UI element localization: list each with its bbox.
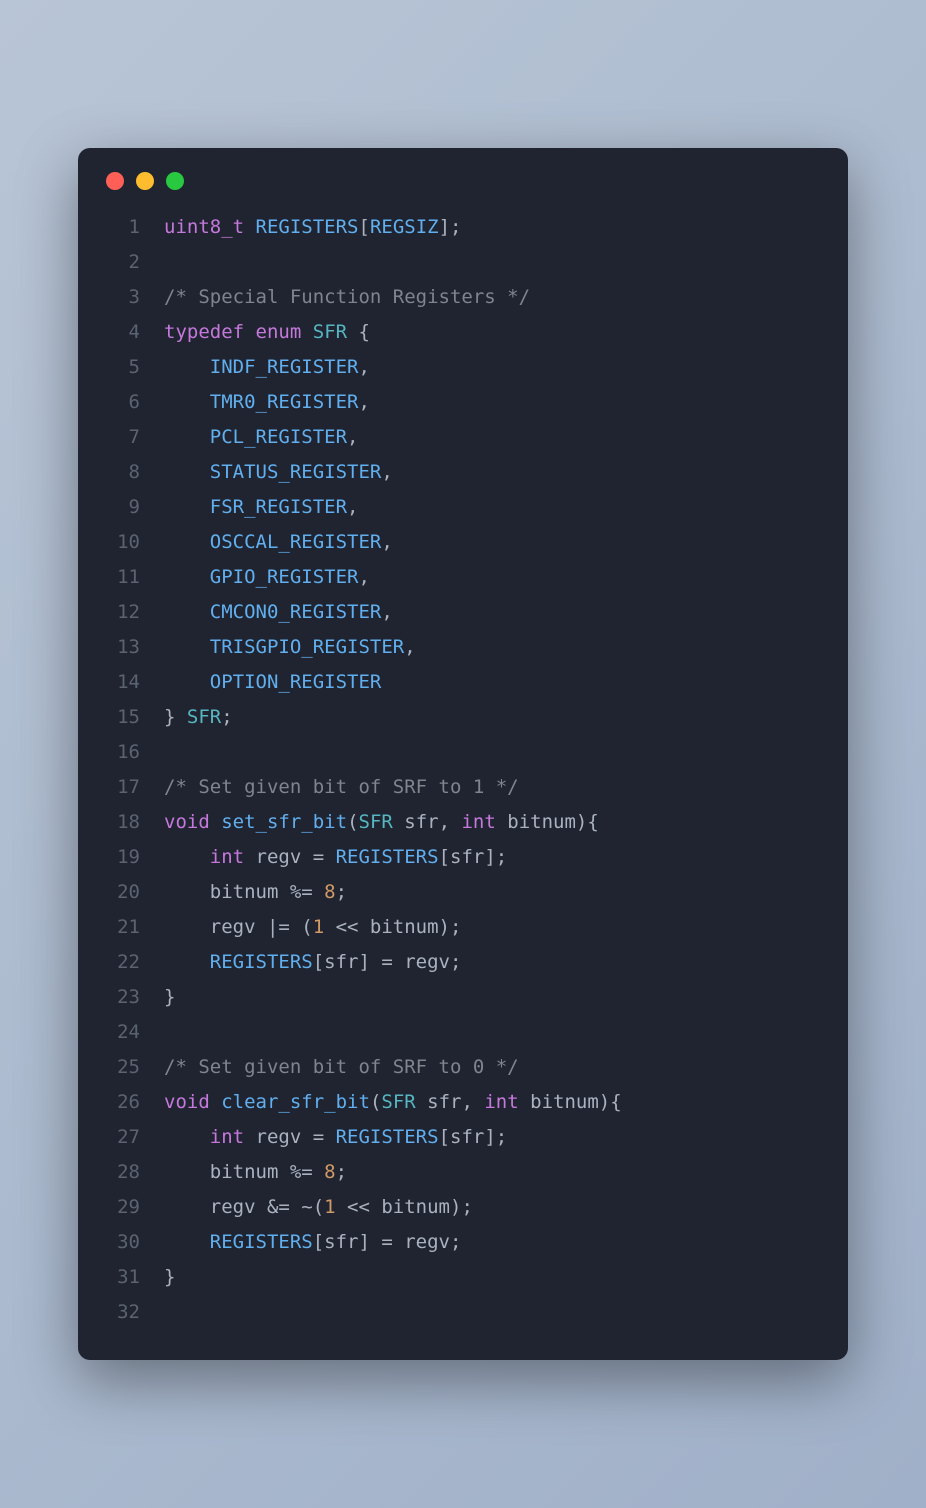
line-number: 3 — [98, 280, 140, 315]
code-content: GPIO_REGISTER, — [164, 560, 370, 595]
code-content: CMCON0_REGISTER, — [164, 595, 393, 630]
line-number: 23 — [98, 980, 140, 1015]
code-line[interactable]: 7 PCL_REGISTER, — [98, 420, 828, 455]
code-line[interactable]: 30 REGISTERS[sfr] = regv; — [98, 1225, 828, 1260]
code-content: regv &= ~(1 << bitnum); — [164, 1190, 473, 1225]
code-line[interactable]: 23} — [98, 980, 828, 1015]
close-icon[interactable] — [106, 172, 124, 190]
code-line[interactable]: 3 /* Special Function Registers */ — [98, 280, 828, 315]
line-number: 32 — [98, 1295, 140, 1330]
line-number: 9 — [98, 490, 140, 525]
line-number: 29 — [98, 1190, 140, 1225]
code-content: OSCCAL_REGISTER, — [164, 525, 393, 560]
code-content: OPTION_REGISTER — [164, 665, 381, 700]
line-number: 16 — [98, 735, 140, 770]
code-line[interactable]: 29 regv &= ~(1 << bitnum); — [98, 1190, 828, 1225]
code-line[interactable]: 32 — [98, 1295, 828, 1330]
code-content: typedef enum SFR { — [164, 315, 370, 350]
code-content: STATUS_REGISTER, — [164, 455, 393, 490]
code-content: } — [164, 1260, 175, 1295]
line-number: 28 — [98, 1155, 140, 1190]
code-line[interactable]: 8 STATUS_REGISTER, — [98, 455, 828, 490]
code-content: REGISTERS[sfr] = regv; — [164, 945, 461, 980]
code-line[interactable]: 16 — [98, 735, 828, 770]
code-line[interactable]: 27 int regv = REGISTERS[sfr]; — [98, 1120, 828, 1155]
code-content: TRISGPIO_REGISTER, — [164, 630, 416, 665]
code-line[interactable]: 25 /* Set given bit of SRF to 0 */ — [98, 1050, 828, 1085]
code-line[interactable]: 19 int regv = REGISTERS[sfr]; — [98, 840, 828, 875]
code-line[interactable]: 11 GPIO_REGISTER, — [98, 560, 828, 595]
code-line[interactable]: 2 — [98, 245, 828, 280]
line-number: 30 — [98, 1225, 140, 1260]
code-content: bitnum %= 8; — [164, 875, 347, 910]
code-line[interactable]: 17 /* Set given bit of SRF to 1 */ — [98, 770, 828, 805]
code-content: REGISTERS[sfr] = regv; — [164, 1225, 461, 1260]
line-number: 6 — [98, 385, 140, 420]
line-number: 19 — [98, 840, 140, 875]
code-content: PCL_REGISTER, — [164, 420, 359, 455]
code-line[interactable]: 5 INDF_REGISTER, — [98, 350, 828, 385]
line-number: 14 — [98, 665, 140, 700]
code-content: int regv = REGISTERS[sfr]; — [164, 840, 507, 875]
minimize-icon[interactable] — [136, 172, 154, 190]
line-number: 20 — [98, 875, 140, 910]
line-number: 7 — [98, 420, 140, 455]
line-number: 24 — [98, 1015, 140, 1050]
line-number: 18 — [98, 805, 140, 840]
line-number: 13 — [98, 630, 140, 665]
line-number: 5 — [98, 350, 140, 385]
window-titlebar — [78, 148, 848, 200]
line-number: 12 — [98, 595, 140, 630]
code-line[interactable]: 15 } SFR; — [98, 700, 828, 735]
code-content: bitnum %= 8; — [164, 1155, 347, 1190]
line-number: 26 — [98, 1085, 140, 1120]
line-number: 10 — [98, 525, 140, 560]
code-line[interactable]: 28 bitnum %= 8; — [98, 1155, 828, 1190]
code-line[interactable]: 9 FSR_REGISTER, — [98, 490, 828, 525]
line-number: 2 — [98, 245, 140, 280]
code-line[interactable]: 13 TRISGPIO_REGISTER, — [98, 630, 828, 665]
code-content: FSR_REGISTER, — [164, 490, 359, 525]
line-number: 21 — [98, 910, 140, 945]
line-number: 27 — [98, 1120, 140, 1155]
code-content: } — [164, 980, 175, 1015]
maximize-icon[interactable] — [166, 172, 184, 190]
code-content: INDF_REGISTER, — [164, 350, 370, 385]
code-line[interactable]: 12 CMCON0_REGISTER, — [98, 595, 828, 630]
code-content: /* Set given bit of SRF to 0 */ — [164, 1050, 519, 1085]
code-line[interactable]: 14 OPTION_REGISTER — [98, 665, 828, 700]
code-content: /* Set given bit of SRF to 1 */ — [164, 770, 519, 805]
code-line[interactable]: 18 void set_sfr_bit(SFR sfr, int bitnum){ — [98, 805, 828, 840]
code-content: uint8_t REGISTERS[REGSIZ]; — [164, 210, 461, 245]
line-number: 17 — [98, 770, 140, 805]
code-line[interactable]: 21 regv |= (1 << bitnum); — [98, 910, 828, 945]
line-number: 31 — [98, 1260, 140, 1295]
code-line[interactable]: 26 void clear_sfr_bit(SFR sfr, int bitnum… — [98, 1085, 828, 1120]
code-line[interactable]: 1 uint8_t REGISTERS[REGSIZ]; — [98, 210, 828, 245]
code-line[interactable]: 24 — [98, 1015, 828, 1050]
code-content: TMR0_REGISTER, — [164, 385, 370, 420]
code-content: } SFR; — [164, 700, 233, 735]
code-content: void set_sfr_bit(SFR sfr, int bitnum){ — [164, 805, 599, 840]
code-content: void clear_sfr_bit(SFR sfr, int bitnum){ — [164, 1085, 622, 1120]
code-line[interactable]: 31} — [98, 1260, 828, 1295]
code-content: regv |= (1 << bitnum); — [164, 910, 461, 945]
line-number: 11 — [98, 560, 140, 595]
code-content: /* Special Function Registers */ — [164, 280, 530, 315]
code-line[interactable]: 20 bitnum %= 8; — [98, 875, 828, 910]
line-number: 8 — [98, 455, 140, 490]
code-line[interactable]: 4 typedef enum SFR { — [98, 315, 828, 350]
code-window: 1 uint8_t REGISTERS[REGSIZ]; 23 /* Special … — [78, 148, 848, 1360]
line-number: 22 — [98, 945, 140, 980]
line-number: 1 — [98, 210, 140, 245]
code-line[interactable]: 6 TMR0_REGISTER, — [98, 385, 828, 420]
code-content: int regv = REGISTERS[sfr]; — [164, 1120, 507, 1155]
line-number: 4 — [98, 315, 140, 350]
code-line[interactable]: 22 REGISTERS[sfr] = regv; — [98, 945, 828, 980]
code-editor[interactable]: 1 uint8_t REGISTERS[REGSIZ]; 23 /* Special … — [78, 200, 848, 1330]
code-line[interactable]: 10 OSCCAL_REGISTER, — [98, 525, 828, 560]
line-number: 15 — [98, 700, 140, 735]
line-number: 25 — [98, 1050, 140, 1085]
